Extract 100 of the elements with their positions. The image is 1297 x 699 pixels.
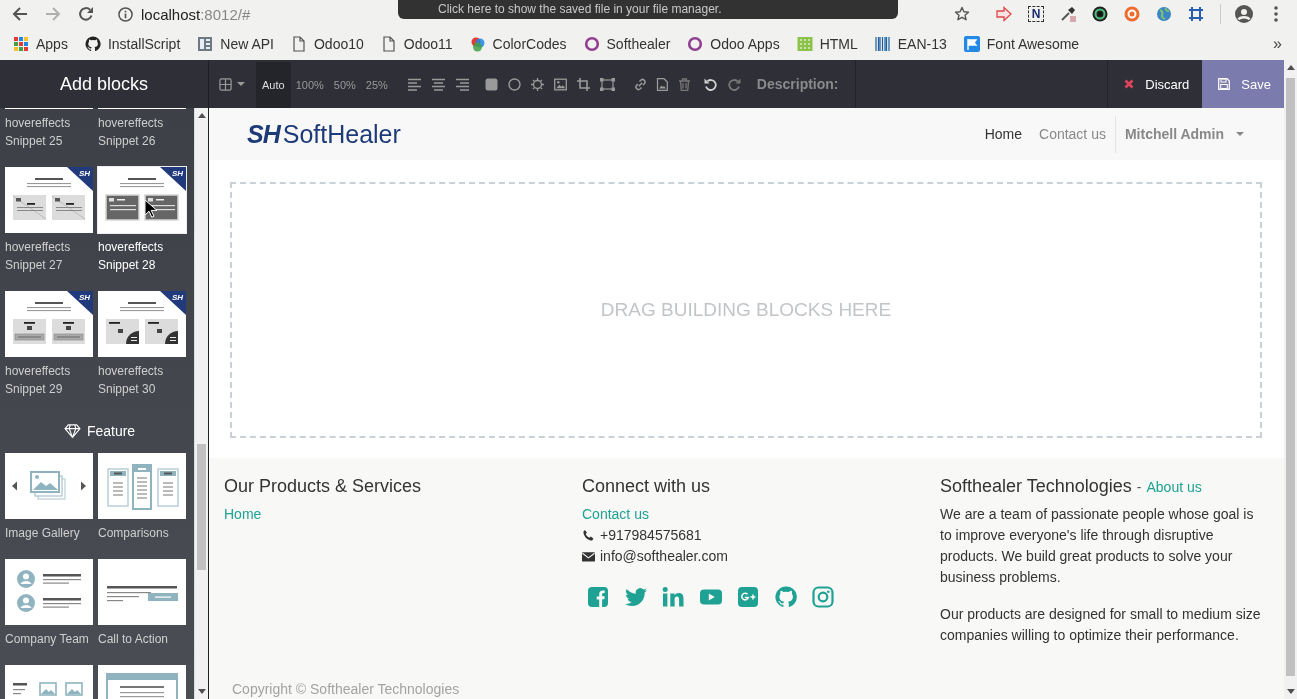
corner-badge: SH — [67, 167, 93, 191]
grid-icon[interactable] — [219, 77, 232, 91]
apps-grid-icon — [13, 36, 29, 52]
snippet-label: hovereffects Snippet 25 — [5, 115, 72, 150]
twitter-icon[interactable] — [623, 585, 648, 609]
scrollbar-thumb[interactable] — [1286, 78, 1295, 676]
snippet-label: Call to Action — [98, 631, 170, 648]
lifebuoy-icon[interactable] — [1124, 6, 1140, 22]
ring-icon — [583, 36, 600, 52]
bookmark-link[interactable]: Odoo11 — [380, 36, 453, 52]
scroll-up-arrow-icon[interactable] — [197, 113, 206, 118]
globe-icon[interactable] — [1156, 6, 1172, 22]
github-icon[interactable] — [773, 585, 798, 609]
snippet-label: Comparisons — [98, 525, 170, 542]
url-text[interactable]: localhost:8012/# — [141, 5, 251, 23]
phone-number: +917984575681 — [600, 526, 702, 545]
link-icon[interactable] — [633, 77, 647, 91]
snippet-thumbnail[interactable] — [5, 665, 93, 699]
logo-mark[interactable]: SH — [247, 119, 280, 149]
bookmark-link[interactable]: New API — [197, 36, 274, 52]
barcode-icon — [874, 36, 891, 52]
scroll-down-arrow-icon[interactable] — [1286, 689, 1295, 694]
rounded-square-icon[interactable] — [484, 77, 498, 91]
diamond-icon — [63, 424, 81, 438]
google-plus-icon[interactable] — [736, 585, 760, 609]
facebook-icon[interactable] — [586, 585, 610, 609]
lens-icon[interactable] — [1092, 6, 1108, 22]
logo-text[interactable]: SoftHealer — [282, 119, 401, 149]
more-menu-icon[interactable] — [1274, 6, 1278, 22]
nav-link[interactable]: Home — [984, 126, 1022, 142]
section-heading: Feature — [86, 423, 136, 439]
frame-icon[interactable] — [1188, 6, 1204, 22]
snippet-thumbnail[interactable] — [98, 453, 186, 519]
image-file-icon[interactable] — [655, 77, 669, 91]
card-preview-drawing — [106, 319, 139, 344]
bookmark-link[interactable]: HTML — [796, 36, 858, 52]
gear-icon[interactable] — [530, 77, 544, 91]
size-option[interactable]: 50% — [328, 62, 361, 108]
card-preview-drawing — [51, 195, 86, 220]
crop-icon[interactable] — [576, 77, 590, 91]
saved-file-notice[interactable]: Click here to show the saved file in your file manager. — [398, 0, 898, 19]
snippet-thumbnail[interactable]: SH — [5, 291, 93, 357]
scrollbar-thumb[interactable] — [197, 444, 206, 570]
snippet-thumbnail[interactable]: SH — [98, 167, 186, 233]
more-bookmarks-button[interactable]: » — [1273, 35, 1282, 53]
image-icon[interactable] — [553, 77, 567, 91]
undo-icon[interactable] — [703, 77, 717, 91]
corner-badge: SH — [160, 291, 186, 315]
sidebar-scrollbar[interactable] — [194, 108, 208, 699]
color-circles-icon — [469, 36, 486, 52]
resize-icon[interactable] — [599, 77, 615, 91]
bookmark-link[interactable]: Font Awesome — [963, 36, 1080, 52]
snippet-label: hovereffects Snippet 30 — [98, 363, 165, 398]
profile-icon[interactable] — [1235, 5, 1253, 23]
bookmark-link[interactable]: Odoo Apps — [687, 36, 780, 52]
snippet-thumbnail[interactable] — [98, 559, 186, 625]
size-option[interactable]: Auto — [256, 62, 291, 108]
card-preview-drawing — [13, 319, 46, 344]
bookmark-link[interactable]: InstallScript — [84, 36, 181, 52]
linkedin-icon[interactable] — [661, 585, 685, 609]
arrow-icon[interactable] — [996, 6, 1012, 22]
card-preview-drawing — [12, 195, 47, 220]
snippet-thumbnail[interactable]: SH — [5, 167, 93, 233]
grid-tile-icon — [796, 36, 813, 52]
bookmark-link[interactable]: Apps — [13, 36, 68, 52]
bookmark-link[interactable]: Odoo10 — [291, 36, 364, 52]
circle-icon[interactable] — [507, 77, 521, 91]
card-preview-drawing — [52, 319, 85, 344]
instagram-icon[interactable] — [811, 585, 835, 609]
page-scrollbar[interactable] — [1284, 60, 1297, 699]
footer-heading: Connect with us — [582, 475, 711, 498]
save-button[interactable]: Save — [1202, 60, 1284, 108]
back-arrow-icon[interactable] — [12, 6, 28, 22]
align-right-icon[interactable] — [455, 77, 469, 91]
page-icon — [380, 36, 397, 52]
bookmark-link[interactable]: EAN-13 — [874, 36, 947, 52]
description-label: Description: — [756, 76, 839, 92]
bookmark-link[interactable]: ColorCodes — [469, 36, 567, 52]
trash-icon[interactable] — [677, 77, 691, 91]
align-left-icon[interactable] — [407, 77, 421, 91]
info-icon[interactable] — [118, 6, 133, 22]
reload-icon[interactable] — [78, 6, 94, 22]
size-option[interactable]: 25% — [360, 62, 393, 108]
snippet-thumbnail[interactable]: SH — [98, 291, 186, 357]
eyedropper-icon[interactable] — [1060, 6, 1076, 22]
extension-button[interactable]: N — [1028, 6, 1044, 22]
snippet-thumbnail[interactable] — [98, 665, 186, 699]
snippet-thumbnail[interactable] — [5, 453, 93, 519]
align-center-icon[interactable] — [431, 77, 445, 91]
scroll-down-arrow-icon[interactable] — [197, 689, 206, 694]
size-option[interactable]: 100% — [290, 62, 329, 108]
scroll-up-arrow-icon[interactable] — [1286, 65, 1295, 70]
caret-icon[interactable] — [237, 82, 245, 86]
bookmark-link[interactable]: Softhealer — [583, 36, 671, 52]
star-icon[interactable] — [954, 6, 970, 22]
footer-paragraph: We are a team of passionate people whose goal is to improve everyone's life through disruptive products. We build great products to solve your business problems. — [940, 505, 1255, 587]
snippet-thumbnail[interactable] — [5, 559, 93, 625]
github-icon — [84, 36, 101, 52]
snippet-label: hovereffects Snippet 29 — [5, 363, 72, 398]
snippet-label: Company Team — [5, 631, 90, 648]
